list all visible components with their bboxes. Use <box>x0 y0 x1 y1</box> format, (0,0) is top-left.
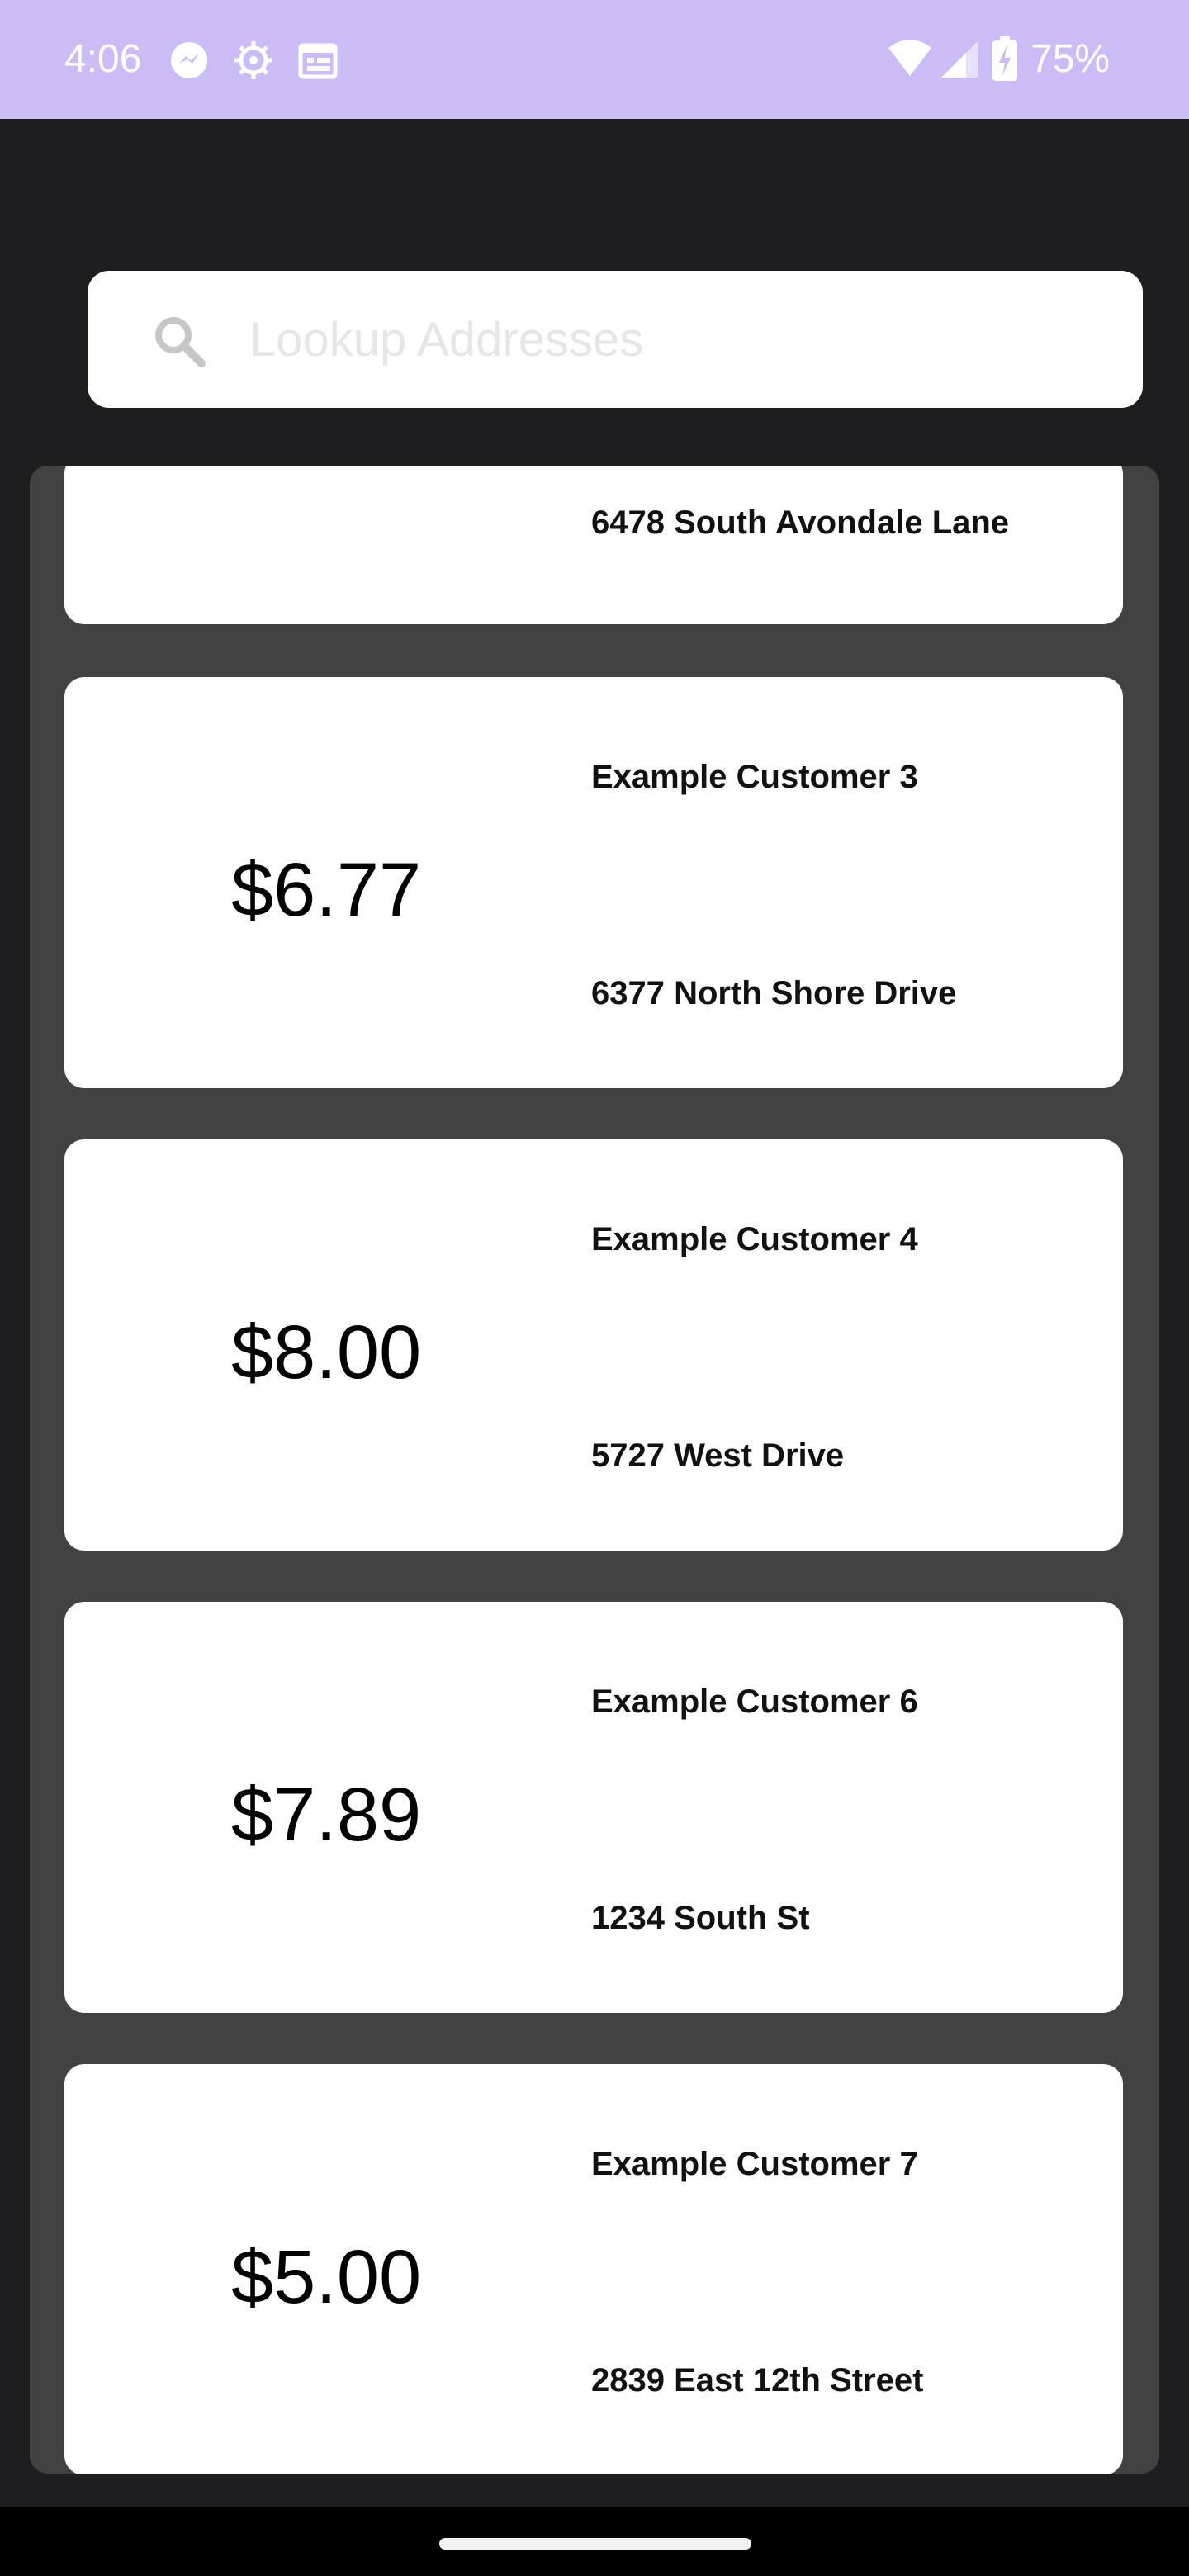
wifi-icon <box>887 36 933 83</box>
card-customer-name: Example Customer 7 <box>591 2146 918 2182</box>
calendar-icon <box>297 40 339 81</box>
card-customer-name: Example Customer 6 <box>591 1683 918 1720</box>
card-address: 5727 West Drive <box>591 1437 845 1474</box>
card-address: 6478 South Avondale Lane <box>591 504 1010 541</box>
card-customer-name: Example Customer 3 <box>591 759 918 795</box>
status-time: 4:06 <box>64 37 142 81</box>
gesture-nav-bar <box>0 2507 1189 2576</box>
home-handle[interactable] <box>439 2538 751 2550</box>
card-amount: $6.77 <box>231 848 422 932</box>
address-card[interactable]: $8.00 Example Customer 4 5727 West Drive <box>64 1139 1123 1551</box>
card-address: 2839 East 12th Street <box>591 2362 924 2398</box>
address-card[interactable]: 6478 South Avondale Lane <box>64 466 1123 624</box>
card-amount: $5.00 <box>231 2235 422 2319</box>
signal-icon <box>940 40 981 81</box>
card-address: 6377 North Shore Drive <box>591 975 957 1011</box>
address-card[interactable]: $7.89 Example Customer 6 1234 South St <box>64 1602 1123 2013</box>
card-customer-name: Example Customer 4 <box>591 1221 918 1257</box>
address-card[interactable]: $6.77 Example Customer 3 6377 North Shor… <box>64 677 1123 1088</box>
settings-gear-icon <box>233 40 274 81</box>
battery-percent: 75% <box>1030 37 1111 81</box>
address-list[interactable]: 6478 South Avondale Lane $6.77 Example C… <box>30 466 1159 2474</box>
address-card[interactable]: $5.00 Example Customer 7 2839 East 12th … <box>64 2064 1123 2474</box>
card-amount: $7.89 <box>231 1773 422 1857</box>
messenger-icon <box>168 40 210 81</box>
search-input[interactable] <box>249 304 1108 375</box>
status-bar: 4:06 75% <box>0 0 1189 119</box>
search-bar[interactable] <box>88 271 1143 408</box>
card-address: 1234 South St <box>591 1900 810 1936</box>
card-amount: $8.00 <box>231 1310 422 1395</box>
search-icon <box>150 312 210 372</box>
battery-charging-icon <box>991 36 1019 83</box>
